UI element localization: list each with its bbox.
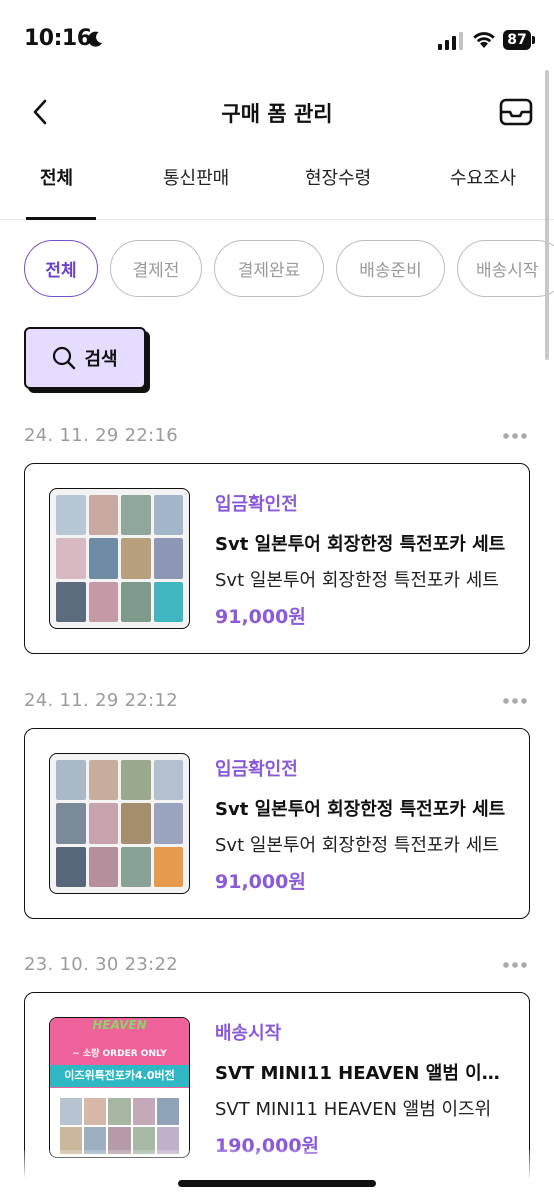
active-tab-indicator	[26, 217, 96, 220]
inbox-icon	[499, 98, 533, 126]
order-price: 91,000원	[215, 871, 306, 893]
filter-chip-shipping-started[interactable]: 배송시작	[457, 240, 554, 297]
battery-cap	[532, 36, 535, 44]
product-thumbnail	[49, 753, 190, 894]
moon-icon	[88, 31, 102, 47]
category-tabs: 전체 통신판매 현장수령 수요조사	[0, 150, 554, 220]
order-date: 24. 11. 29 22:12	[24, 690, 178, 711]
inbox-button[interactable]	[496, 94, 536, 130]
order-card[interactable]: 입금확인전 Svt 일본투어 회장한정 특전포카 세트 Svt 일본투어 회장한…	[24, 463, 530, 654]
filter-chip-label: 배송준비	[359, 261, 422, 281]
photocard-collage	[56, 495, 183, 622]
album-cover-label: 이즈위특전포카4.0버전	[64, 1069, 175, 1082]
order-subtitle: Svt 일본투어 회장한정 특전포카 세트	[215, 835, 499, 856]
order-card[interactable]: 입금확인전 Svt 일본투어 회장한정 특전포카 세트 Svt 일본투어 회장한…	[24, 728, 530, 919]
filter-chip-payment-complete[interactable]: 결제완료	[214, 240, 324, 297]
order-subtitle: Svt 일본투어 회장한정 특전포카 세트	[215, 570, 499, 591]
album-cover-title: HEAVEN	[92, 1018, 147, 1032]
battery-level: 87	[507, 32, 527, 48]
order-title: Svt 일본투어 회장한정 특전포카 세트	[215, 799, 506, 820]
tab-mail-order[interactable]: 통신판매	[163, 164, 229, 190]
filter-chip-label: 전체	[45, 261, 77, 281]
search-label: 검색	[84, 349, 118, 370]
more-icon[interactable]	[502, 960, 528, 970]
status-time: 10:16	[24, 26, 92, 51]
page-title: 구매 폼 관리	[221, 102, 333, 126]
album-cover-banner: ~ 소량 ORDER ONLY	[72, 1049, 167, 1059]
filter-chip-label: 배송시작	[476, 261, 539, 281]
battery-icon: 87	[503, 30, 531, 50]
purchase-form-screen: 10:16 87 구매 폼 관리 전체 통신판매 현장수령 수요조사 전체 결제…	[0, 0, 554, 1200]
product-thumbnail: HEAVEN ~ 소량 ORDER ONLY 이즈위특전포카4.0버전	[49, 1017, 190, 1158]
status-filter-chips: 전체 결제전 결제완료 배송준비 배송시작	[0, 240, 554, 298]
tab-onsite-pickup[interactable]: 현장수령	[305, 164, 371, 190]
filter-chip-label: 결제완료	[237, 261, 301, 281]
search-button[interactable]: 검색	[24, 327, 146, 389]
order-title: Svt 일본투어 회장한정 특전포카 세트	[215, 534, 506, 555]
order-price: 91,000원	[215, 606, 306, 628]
filter-chip-label: 결제전	[132, 261, 180, 281]
filter-chip-preparing-shipment[interactable]: 배송준비	[336, 240, 445, 297]
order-status: 입금확인전	[215, 759, 298, 780]
more-icon[interactable]	[502, 696, 528, 706]
order-subtitle: SVT MINI11 HEAVEN 앨범 이즈위	[215, 1099, 492, 1120]
order-status: 배송시작	[215, 1023, 282, 1044]
order-date: 23. 10. 30 23:22	[24, 954, 178, 975]
order-title: SVT MINI11 HEAVEN 앨범 이즈위	[215, 1063, 511, 1084]
filter-chip-all[interactable]: 전체	[24, 240, 98, 297]
filter-chip-before-payment[interactable]: 결제전	[110, 240, 202, 297]
photocard-collage	[60, 1098, 179, 1154]
signal-icon	[438, 32, 463, 50]
scrollbar[interactable]	[545, 70, 549, 360]
album-cover-label-band: 이즈위특전포카4.0버전	[50, 1065, 189, 1087]
wifi-icon	[473, 32, 495, 48]
status-bar: 10:16 87	[0, 0, 554, 80]
more-icon[interactable]	[502, 431, 528, 441]
tab-demand-survey[interactable]: 수요조사	[450, 164, 516, 190]
photocard-collage	[56, 760, 183, 887]
search-icon	[53, 346, 76, 370]
order-status: 입금확인전	[215, 494, 298, 515]
home-indicator[interactable]	[178, 1180, 376, 1187]
tab-all[interactable]: 전체	[40, 164, 73, 190]
product-thumbnail	[49, 488, 190, 629]
bottom-fade	[0, 1150, 554, 1200]
order-date: 24. 11. 29 22:16	[24, 425, 178, 446]
